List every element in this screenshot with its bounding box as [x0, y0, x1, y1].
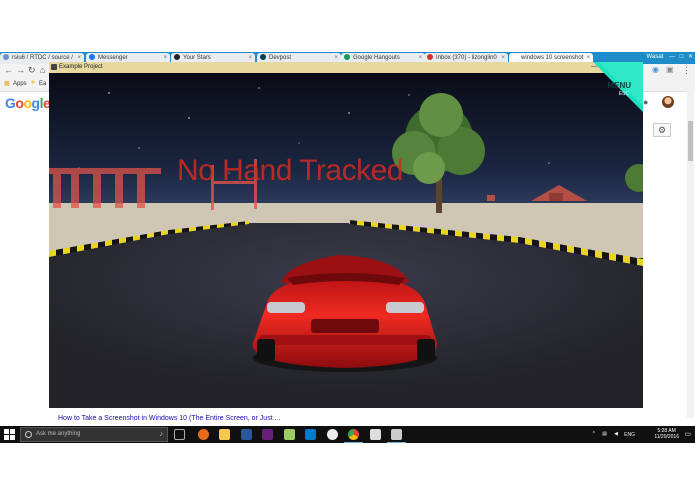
tab-label: Your Stars [183, 55, 211, 61]
game-window-title: Example Project [59, 64, 103, 70]
clock-date: 11/20/2016 [654, 434, 679, 440]
forward-icon[interactable]: → [16, 65, 25, 75]
file-explorer-icon[interactable] [219, 429, 230, 440]
search-icon [25, 431, 32, 438]
settings-gear-icon[interactable]: ⚙ [653, 123, 671, 137]
unity-app-icon [51, 64, 57, 70]
menu-button[interactable]: MENU ESC [593, 62, 643, 112]
tab-label: Inbox (370) - lizonglin0 [436, 55, 497, 61]
tab-label: Messenger [98, 55, 128, 61]
tab-favicon-icon [427, 54, 433, 60]
no-hand-tracked-overlay: No Hand Tracked [177, 154, 403, 187]
scrollbar-thumb[interactable] [688, 121, 693, 161]
microphone-icon[interactable]: ♪ [160, 428, 164, 441]
vscode-icon[interactable] [305, 429, 316, 440]
chrome-menu-icon[interactable]: ⋮ [682, 65, 691, 76]
cortana-search-box[interactable]: Ask me anything ♪ [20, 427, 168, 442]
google-logo[interactable]: Google [5, 95, 51, 111]
minimize-icon[interactable]: — [669, 54, 675, 60]
menu-sublabel: ESC [618, 91, 629, 97]
tab-favicon-icon [260, 54, 266, 60]
notepad-icon[interactable] [284, 429, 295, 440]
active-app-indicator [344, 442, 363, 443]
tab-label: rsiu6 / RTDC / source / [12, 55, 73, 61]
active-app-indicator [387, 442, 406, 443]
tab-favicon-icon [174, 54, 180, 60]
page-scrollbar[interactable] [687, 91, 694, 418]
tab-favicon-icon [512, 54, 518, 60]
windows-start-icon[interactable] [4, 429, 15, 440]
google-apps-icon[interactable]: ● [643, 97, 653, 107]
bookmark-item[interactable]: Ea [39, 81, 46, 87]
game-viewport[interactable] [49, 73, 643, 408]
volume-icon[interactable]: ◀ [614, 431, 618, 437]
reload-icon[interactable]: ↻ [28, 65, 36, 76]
game-window-titlebar[interactable]: Example Project — □ ✕ [49, 62, 643, 73]
apps-bookmark[interactable]: Apps [13, 81, 27, 87]
tab-favicon-icon [89, 54, 95, 60]
game-window[interactable]: Example Project — □ ✕ [49, 62, 643, 408]
home-icon[interactable]: ⌂ [40, 65, 45, 75]
unity-icon[interactable] [327, 429, 338, 440]
chrome-icon[interactable] [348, 429, 359, 440]
tab-label: windows 10 screenshot [521, 55, 584, 61]
language-indicator[interactable]: ENG [624, 432, 635, 438]
extension-icon-2[interactable]: ▣ [666, 65, 674, 74]
visual-studio-icon[interactable] [262, 429, 273, 440]
avatar[interactable] [662, 96, 674, 108]
word-icon[interactable] [241, 429, 252, 440]
firefox-icon[interactable] [198, 429, 209, 440]
network-icon[interactable]: ▤ [602, 431, 607, 437]
windows-taskbar: Ask me anything ♪ ^ ▤ ◀ ENG ▭ 5:28 AM 11… [0, 426, 695, 443]
tab-label: Devpost [269, 55, 292, 61]
taskbar-clock[interactable]: 5:28 AM 11/20/2016 [654, 428, 679, 440]
tab-label: Google Hangouts [353, 55, 400, 61]
tray-chevron-icon[interactable]: ^ [593, 431, 595, 437]
tab-favicon-icon [344, 54, 350, 60]
search-result-link[interactable]: How to Take a Screenshot in Windows 10 (… [58, 415, 280, 422]
task-view-icon[interactable] [174, 429, 185, 440]
extension-icon[interactable]: ◉ [652, 65, 659, 74]
window-user-label: Wasat [646, 54, 664, 60]
back-icon[interactable]: ← [4, 65, 13, 75]
notifications-icon[interactable]: ▭ [684, 430, 691, 438]
tab-favicon-icon [3, 54, 9, 60]
folder-icon: ■ [31, 80, 35, 86]
maximize-icon[interactable]: □ [680, 54, 684, 60]
unity-app-icon[interactable] [370, 429, 381, 440]
apps-icon[interactable]: ▦ [4, 80, 10, 87]
menu-label[interactable]: MENU [607, 81, 631, 90]
search-placeholder: Ask me anything [36, 431, 81, 437]
unity-app-icon-2[interactable] [391, 429, 402, 440]
close-icon[interactable]: ✕ [688, 54, 693, 60]
